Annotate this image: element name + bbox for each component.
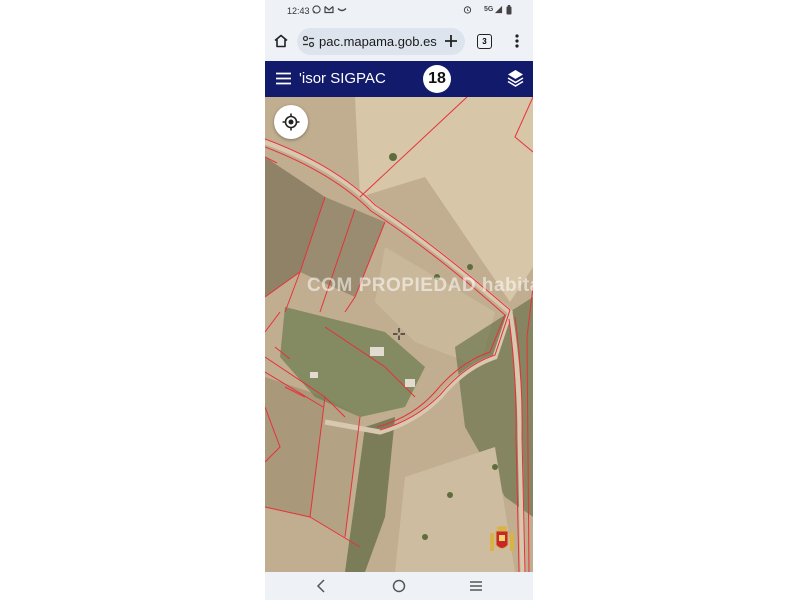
site-settings-icon[interactable] bbox=[302, 35, 315, 53]
alarm-icon bbox=[463, 5, 472, 16]
tab-switcher-icon[interactable]: 3 bbox=[477, 34, 492, 49]
home-icon[interactable] bbox=[270, 30, 292, 52]
phone-link-icon bbox=[337, 5, 347, 16]
layers-icon[interactable] bbox=[507, 69, 524, 93]
status-bar: 12:43 5G bbox=[265, 0, 533, 22]
new-tab-icon[interactable] bbox=[440, 30, 462, 52]
url-text: pac.mapama.gob.es bbox=[319, 34, 437, 49]
battery-icon bbox=[506, 5, 512, 17]
gmail-icon bbox=[324, 5, 334, 16]
watermark: COM PROPIEDAD habitaclia bbox=[307, 275, 533, 296]
5g-icon: 5G bbox=[484, 6, 494, 13]
signal-icon bbox=[494, 5, 503, 16]
system-nav-bar bbox=[265, 572, 533, 600]
home-button-icon[interactable] bbox=[390, 577, 408, 595]
locate-icon[interactable] bbox=[274, 105, 308, 139]
more-menu-icon[interactable] bbox=[506, 30, 528, 52]
crosshair-icon bbox=[393, 328, 405, 343]
browser-toolbar: pac.mapama.gob.es 3 bbox=[265, 22, 533, 61]
map-view[interactable]: COM PROPIEDAD habitaclia bbox=[265, 97, 533, 572]
app-title: 'isor SIGPAC bbox=[299, 70, 386, 87]
whatsapp-icon bbox=[312, 5, 321, 16]
back-icon[interactable] bbox=[312, 577, 330, 595]
recents-icon[interactable] bbox=[467, 577, 485, 595]
status-time: 12:43 bbox=[287, 6, 310, 16]
zoom-level-badge: 18 bbox=[423, 65, 451, 93]
menu-icon[interactable] bbox=[276, 72, 291, 90]
app-bar: 'isor SIGPAC 18 bbox=[265, 61, 533, 97]
phone-screen: 12:43 5G pac.mapama.gob.es 3 'isor SIGPA… bbox=[265, 0, 533, 600]
spain-crest-icon bbox=[487, 525, 517, 555]
